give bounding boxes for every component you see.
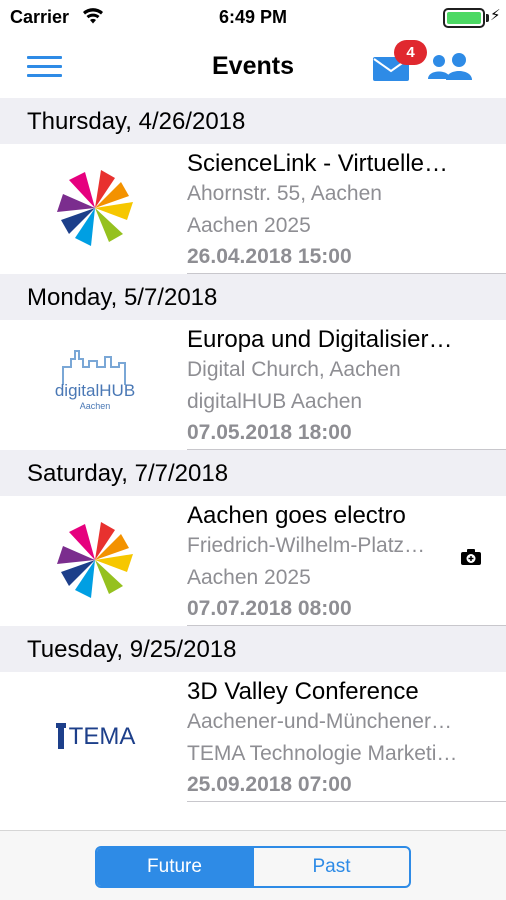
people-icon[interactable] — [427, 50, 473, 82]
event-title: Europa und Digitalisier… — [187, 326, 453, 353]
segment-future[interactable]: Future — [97, 848, 252, 886]
event-datetime: 25.09.2018 07:00 — [187, 773, 352, 796]
event-location: Aachener-und-Münchener… — [187, 710, 452, 733]
battery-tip — [486, 14, 489, 22]
event-title: 3D Valley Conference — [187, 678, 419, 705]
event-list: Thursday, 4/26/2018 ScienceLink - Virtue… — [0, 98, 506, 802]
event-datetime: 07.05.2018 18:00 — [187, 421, 352, 444]
digitalhub-aachen-logo: digitalHUB Aachen — [40, 334, 150, 434]
row-divider — [187, 801, 506, 802]
section-header: Saturday, 7/7/2018 — [0, 450, 506, 496]
aachen-2025-logo — [40, 158, 150, 258]
event-location: Friedrich-Wilhelm-Platz… — [187, 534, 426, 557]
event-title: Aachen goes electro — [187, 502, 406, 529]
tema-logo-text: TEMA — [68, 723, 136, 750]
tema-logo: TEMA — [40, 686, 150, 786]
camera-icon — [461, 549, 481, 565]
mail-badge: 4 — [394, 40, 427, 65]
digitalhub-logo-text: digitalHUB — [54, 381, 136, 400]
section-header: Monday, 5/7/2018 — [0, 274, 506, 320]
event-datetime: 26.04.2018 15:00 — [187, 245, 352, 268]
event-organizer: Aachen 2025 — [187, 566, 311, 589]
row-divider — [187, 273, 506, 274]
event-datetime: 07.07.2018 08:00 — [187, 597, 352, 620]
digitalhub-logo-subtext: Aachen — [79, 401, 111, 411]
event-row[interactable]: TEMA 3D Valley Conference Aachener-und-M… — [0, 672, 506, 802]
event-organizer: digitalHUB Aachen — [187, 390, 363, 413]
event-row[interactable]: digitalHUB Aachen Europa und Digitalisie… — [0, 320, 506, 450]
segment-past[interactable]: Past — [252, 848, 409, 886]
status-bar: Carrier 6:49 PM ⚡ — [0, 0, 506, 36]
event-title: ScienceLink - Virtuelle… — [187, 150, 449, 177]
event-row[interactable]: Aachen goes electro Friedrich-Wilhelm-Pl… — [0, 496, 506, 626]
battery-icon — [443, 8, 485, 28]
charging-icon: ⚡ — [490, 7, 501, 24]
section-header: Tuesday, 9/25/2018 — [0, 626, 506, 672]
time-filter-segmented-control: Future Past — [95, 846, 411, 888]
bottom-toolbar: Future Past — [0, 830, 506, 900]
event-organizer: Aachen 2025 — [187, 214, 311, 237]
clock: 6:49 PM — [218, 7, 288, 27]
section-header: Thursday, 4/26/2018 — [0, 98, 506, 144]
tema-tower-icon — [55, 723, 66, 749]
nav-bar: Events 4 — [0, 36, 506, 98]
row-divider — [187, 625, 506, 626]
event-row[interactable]: ScienceLink - Virtuelle… Ahornstr. 55, A… — [0, 144, 506, 274]
event-location: Digital Church, Aachen — [187, 358, 401, 381]
event-organizer: TEMA Technologie Marketi… — [187, 742, 458, 765]
event-location: Ahornstr. 55, Aachen — [187, 182, 382, 205]
row-divider — [187, 449, 506, 450]
aachen-2025-logo — [40, 510, 150, 610]
